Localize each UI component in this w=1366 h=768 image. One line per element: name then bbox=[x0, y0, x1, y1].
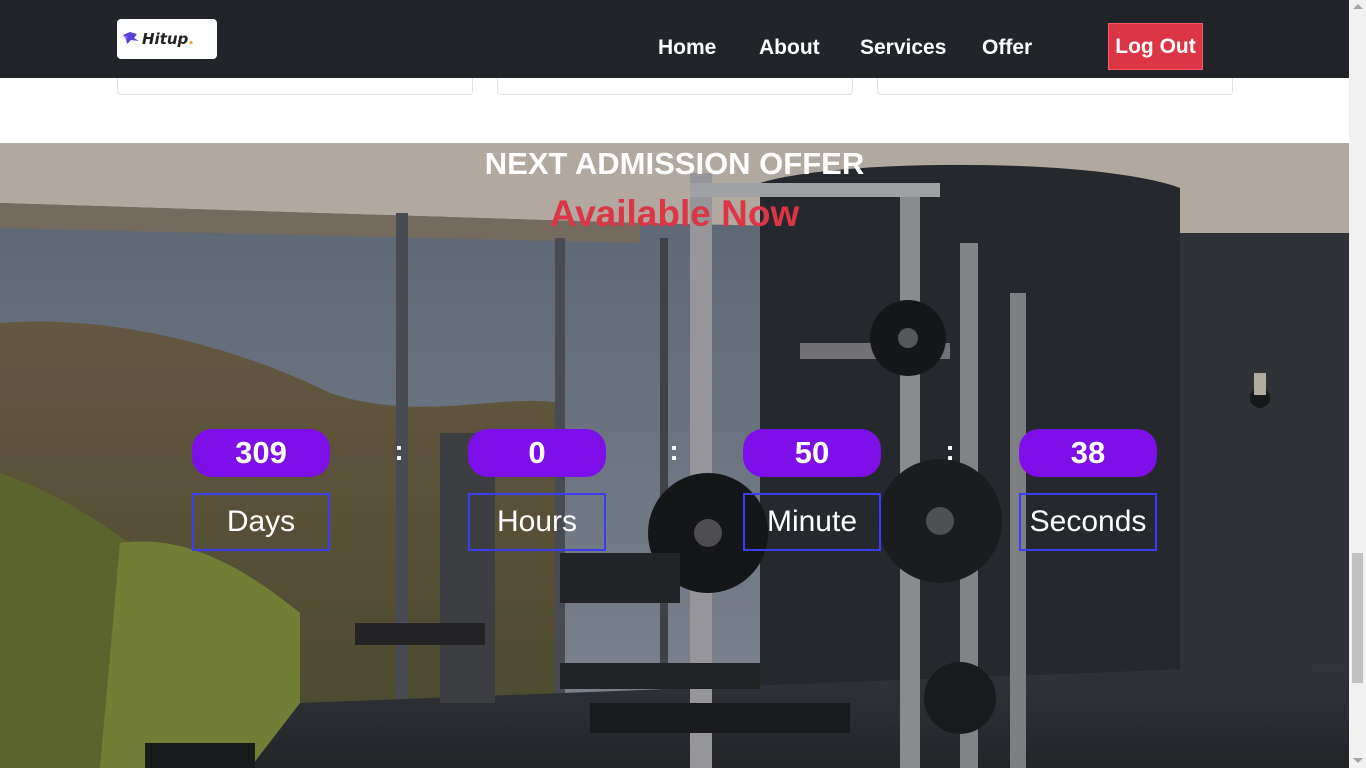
countdown-minute-label: Minute bbox=[743, 493, 881, 551]
nav-link-about[interactable]: About bbox=[759, 30, 820, 66]
countdown-seconds-value: 38 bbox=[1019, 429, 1157, 477]
nav-link-offer[interactable]: Offer bbox=[982, 30, 1032, 66]
countdown-seconds-label: Seconds bbox=[1019, 493, 1157, 551]
logout-button[interactable]: Log Out bbox=[1108, 23, 1203, 70]
scrollbar-thumb[interactable] bbox=[1352, 553, 1363, 683]
countdown-separator: : bbox=[394, 435, 404, 466]
countdown-hours-label: Hours bbox=[468, 493, 606, 551]
countdown-minute-value: 50 bbox=[743, 429, 881, 477]
admission-offer-section: NEXT ADMISSION OFFER Available Now 309 D… bbox=[0, 143, 1349, 768]
scroll-down-arrow-icon[interactable] bbox=[1353, 758, 1363, 763]
countdown-days-value: 309 bbox=[192, 429, 330, 477]
offer-title: NEXT ADMISSION OFFER bbox=[484, 146, 865, 181]
offer-subtitle: Available Now bbox=[549, 193, 800, 234]
countdown-separator: : bbox=[669, 435, 679, 466]
nav-link-home[interactable]: Home bbox=[658, 30, 716, 66]
nav-link-services[interactable]: Services bbox=[860, 30, 946, 66]
countdown-days-label: Days bbox=[192, 493, 330, 551]
countdown-hours-value: 0 bbox=[468, 429, 606, 477]
navbar: Hitup. Home About Services Offer Log Out bbox=[0, 0, 1349, 78]
scroll-up-arrow-icon[interactable] bbox=[1353, 4, 1363, 9]
countdown-separator: : bbox=[945, 435, 955, 466]
page-scrollbar[interactable] bbox=[1349, 0, 1366, 768]
